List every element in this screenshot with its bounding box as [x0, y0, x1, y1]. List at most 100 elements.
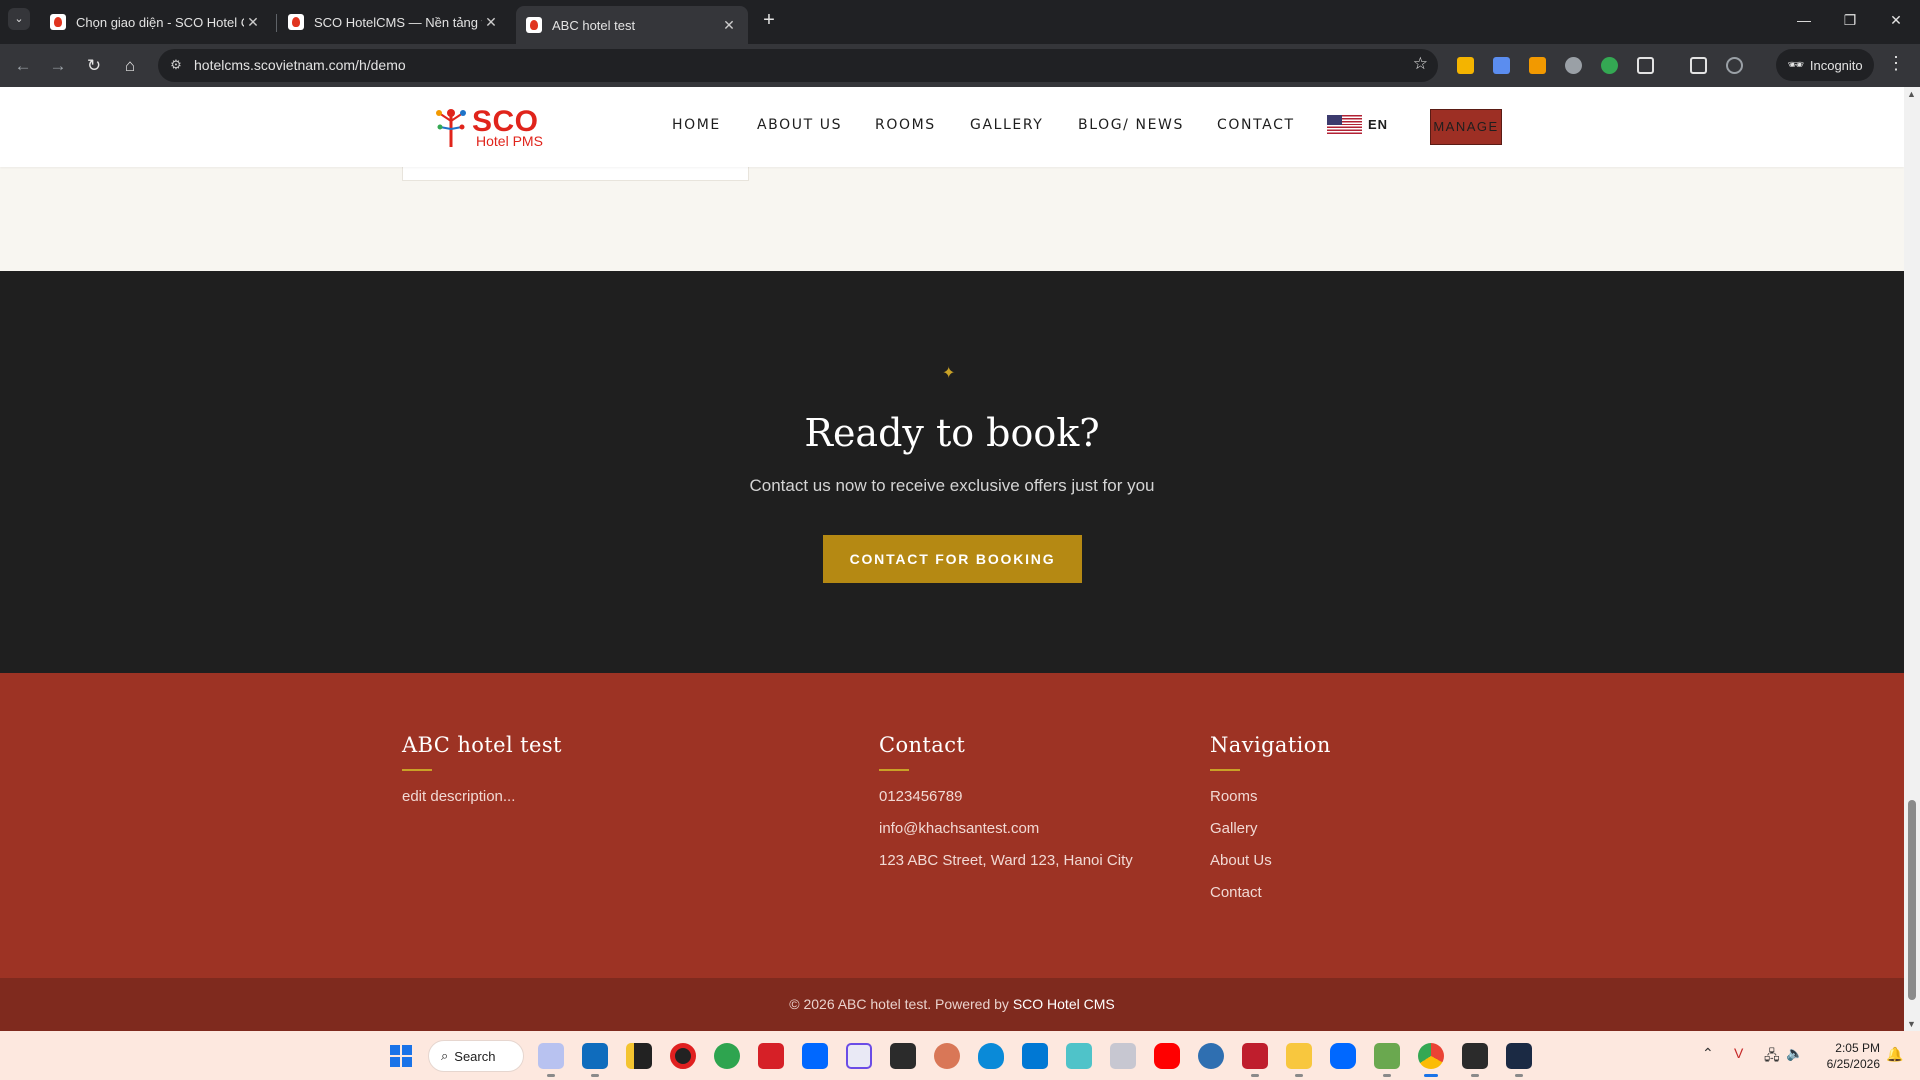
taskbar-chrome-icon[interactable]: [1418, 1043, 1444, 1077]
taskbar-search-label: Search: [454, 1048, 496, 1064]
url-text[interactable]: hotelcms.scovietnam.com/h/demo: [194, 57, 406, 73]
taskbar-snipping-tool-icon[interactable]: [846, 1043, 872, 1069]
taskbar-vscode-icon[interactable]: [1022, 1043, 1048, 1069]
site-footer: ABC hotel test edit description... Conta…: [0, 673, 1904, 978]
tab-close-icon[interactable]: ✕: [720, 17, 738, 34]
new-tab-button[interactable]: +: [758, 10, 780, 32]
us-flag-icon: [1327, 115, 1362, 134]
taskbar-search[interactable]: ⌕ Search: [428, 1040, 524, 1072]
close-window-button[interactable]: ✕: [1876, 8, 1916, 32]
windows-start-icon[interactable]: [390, 1045, 412, 1067]
manage-button[interactable]: MANAGE: [1430, 109, 1502, 145]
taskbar-clickup-icon[interactable]: [538, 1043, 564, 1077]
footer-description: edit description...: [402, 788, 516, 805]
taskbar-claude-icon[interactable]: [934, 1043, 960, 1069]
tray-overflow-chevron-icon[interactable]: ⌃: [1702, 1045, 1714, 1062]
taskbar-outlook-icon[interactable]: [582, 1043, 608, 1077]
footer-link-gallery[interactable]: Gallery: [1210, 819, 1331, 839]
footer-link-contact[interactable]: Contact: [1210, 883, 1331, 903]
tab-separator: [276, 14, 277, 32]
cta-title: Ready to book?: [804, 411, 1100, 455]
extensions-puzzle-icon[interactable]: [1637, 57, 1654, 74]
site-logo[interactable]: SCO Hotel PMS: [434, 103, 554, 151]
nav-contact[interactable]: CONTACT: [1217, 117, 1295, 133]
taskbar-slack-icon[interactable]: [1110, 1043, 1136, 1069]
forward-icon[interactable]: →: [45, 53, 71, 79]
notification-bell-icon[interactable]: 🔔: [1886, 1046, 1903, 1063]
scroll-down-arrow-icon[interactable]: ▼: [1907, 1019, 1916, 1029]
tab-choose-theme[interactable]: Chọn giao diện - SCO Hotel CMS ✕: [40, 6, 272, 38]
taskbar-app-blue-icon[interactable]: [978, 1043, 1004, 1069]
incognito-indicator[interactable]: 🕶 Incognito: [1776, 49, 1874, 81]
minimize-window-button[interactable]: —: [1784, 8, 1824, 32]
sco-favicon-icon: [288, 14, 304, 30]
browser-menu-icon[interactable]: ⋮: [1886, 53, 1906, 74]
footer-navigation-heading: Navigation: [1210, 733, 1331, 757]
sco-logo-mark-icon: [436, 109, 466, 147]
page-viewport: SCO Hotel PMS HOME ABOUT US ROOMS GALLER…: [0, 87, 1904, 1031]
language-code: EN: [1368, 117, 1389, 132]
scrollbar-thumb[interactable]: [1908, 800, 1916, 1000]
taskbar-cloud-icon[interactable]: [1198, 1043, 1224, 1069]
footer-link-about-us[interactable]: About Us: [1210, 851, 1331, 871]
browser-tab-strip: ⌄ Chọn giao diện - SCO Hotel CMS ✕ SCO H…: [0, 0, 1920, 44]
incognito-extension-icon[interactable]: [1726, 57, 1743, 74]
nav-home[interactable]: HOME: [672, 117, 721, 133]
nav-gallery[interactable]: GALLERY: [970, 117, 1043, 133]
page-scrollbar[interactable]: ▲ ▼: [1904, 87, 1920, 1031]
nav-about-us[interactable]: ABOUT US: [757, 117, 842, 133]
nav-blog-news[interactable]: BLOG/ NEWS: [1078, 117, 1184, 133]
taskbar-terminal-icon[interactable]: [1462, 1043, 1488, 1077]
address-bar[interactable]: ⚙ hotelcms.scovietnam.com/h/demo ☆: [158, 49, 1438, 82]
tab-title: SCO HotelCMS — Nền tảng website: [314, 14, 482, 30]
sparkle-icon: ✦: [942, 365, 956, 382]
taskbar-clock[interactable]: 2:05 PM 6/25/2026: [1818, 1040, 1880, 1072]
home-icon[interactable]: ⌂: [117, 53, 143, 79]
scroll-up-arrow-icon[interactable]: ▲: [1907, 89, 1916, 99]
taskbar-recorder-icon[interactable]: [670, 1043, 696, 1069]
taskbar-zalo-pc-icon[interactable]: [1330, 1043, 1356, 1069]
tab-close-icon[interactable]: ✕: [244, 14, 262, 31]
room-card-bottom-edge: [402, 167, 749, 181]
extension-color-icon[interactable]: [1601, 57, 1618, 74]
taskbar-youtube-icon[interactable]: [1154, 1043, 1180, 1069]
tab-sco-hotelcms[interactable]: SCO HotelCMS — Nền tảng website ✕: [278, 6, 510, 38]
tab-close-icon[interactable]: ✕: [482, 14, 500, 31]
taskbar-filezilla-icon[interactable]: [1242, 1043, 1268, 1077]
footer-phone[interactable]: 0123456789: [879, 787, 1133, 807]
booking-cta-section: ✦ Ready to book? Contact us now to recei…: [0, 271, 1904, 673]
extension-keep-icon[interactable]: [1457, 57, 1474, 74]
language-switcher[interactable]: EN: [1327, 115, 1388, 134]
reading-mode-icon[interactable]: [1690, 57, 1707, 74]
restore-window-button[interactable]: ❐: [1830, 8, 1870, 32]
nav-rooms[interactable]: ROOMS: [875, 117, 936, 133]
taskbar-sticky-notes-icon[interactable]: [626, 1043, 652, 1069]
site-settings-icon[interactable]: ⚙: [168, 57, 184, 73]
extension-sq-icon[interactable]: [1529, 57, 1546, 74]
site-header: SCO Hotel PMS HOME ABOUT US ROOMS GALLER…: [0, 87, 1904, 167]
incognito-label: Incognito: [1809, 57, 1863, 73]
taskbar-edge-icon[interactable]: [714, 1043, 740, 1069]
taskbar-sheets-icon[interactable]: [1374, 1043, 1400, 1077]
taskbar-mail-icon[interactable]: [1066, 1043, 1092, 1069]
tab-search-button[interactable]: ⌄: [8, 8, 30, 30]
tab-abc-hotel-test[interactable]: ABC hotel test ✕: [516, 6, 748, 44]
search-icon: ⌕: [441, 1048, 449, 1063]
bookmark-star-icon[interactable]: ☆: [1413, 54, 1428, 74]
powered-by-link[interactable]: SCO Hotel CMS: [1013, 996, 1115, 1012]
tray-network-icon[interactable]: 🖧: [1764, 1045, 1780, 1069]
reload-icon[interactable]: ↻: [81, 53, 107, 79]
taskbar-chatgpt-icon[interactable]: [1506, 1043, 1532, 1077]
taskbar-notion-icon[interactable]: [890, 1043, 916, 1069]
taskbar-shopee-icon[interactable]: [758, 1043, 784, 1069]
taskbar-zalo-icon[interactable]: [802, 1043, 828, 1069]
tray-vietkey-icon[interactable]: V: [1734, 1045, 1743, 1061]
tray-volume-icon[interactable]: 🔈: [1786, 1045, 1803, 1062]
footer-email[interactable]: info@khachsantest.com: [879, 819, 1133, 839]
extension-camera-icon[interactable]: [1565, 57, 1582, 74]
extension-screenshot-icon[interactable]: [1493, 57, 1510, 74]
footer-link-rooms[interactable]: Rooms: [1210, 787, 1331, 807]
contact-for-booking-button[interactable]: CONTACT FOR BOOKING: [823, 535, 1082, 583]
back-icon[interactable]: ←: [10, 53, 36, 79]
taskbar-file-explorer-icon[interactable]: [1286, 1043, 1312, 1077]
